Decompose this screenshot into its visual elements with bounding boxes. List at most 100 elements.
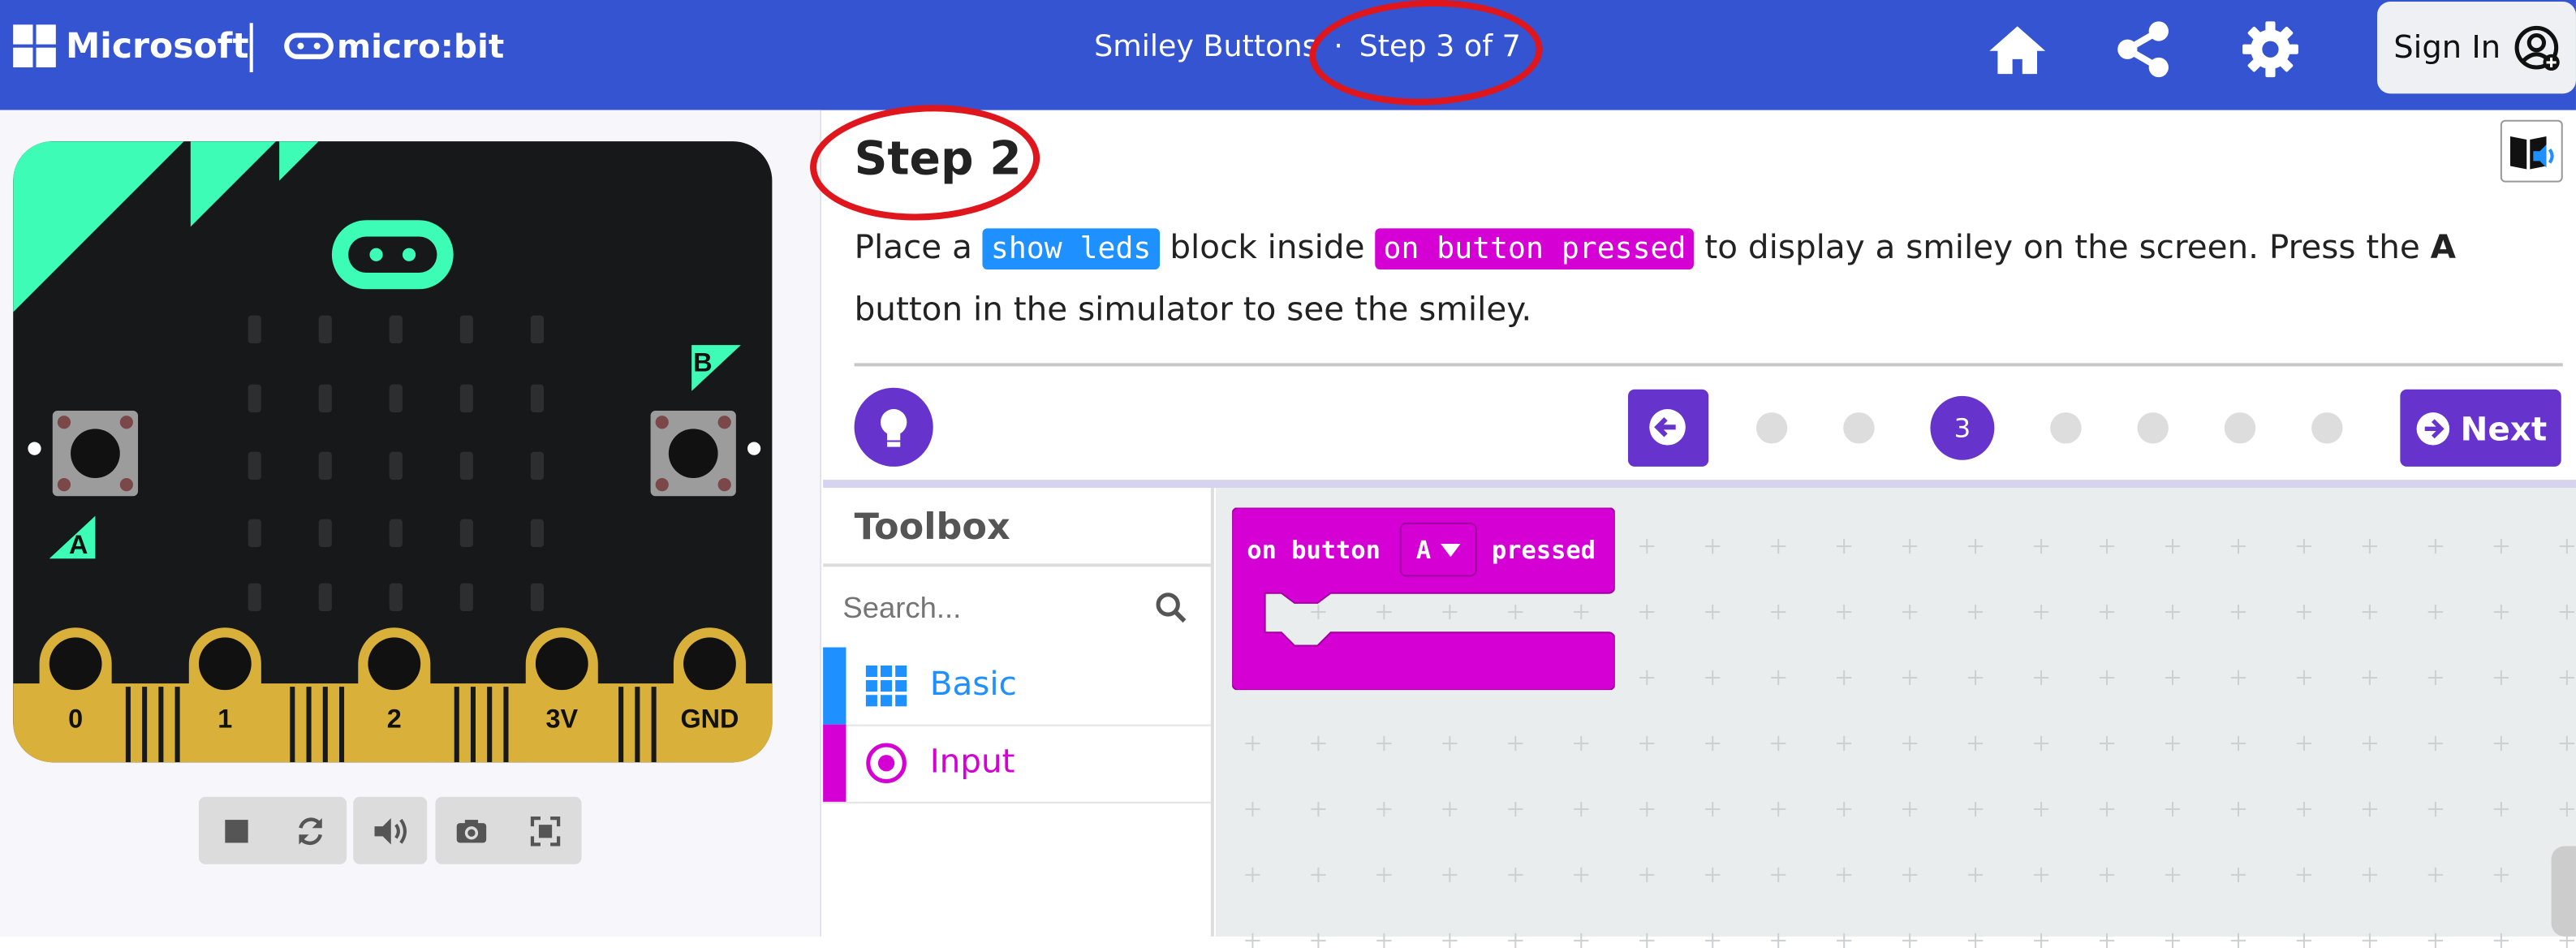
microsoft-logo[interactable]: Microsoft — [13, 24, 249, 67]
workspace-scrollbar[interactable] — [2551, 846, 2576, 937]
previous-step-button[interactable] — [1627, 389, 1709, 467]
hint-button[interactable] — [854, 387, 933, 467]
button-dropdown[interactable]: A — [1399, 522, 1477, 577]
product-label: micro:bit — [336, 26, 505, 66]
instr-text-4: button in the simulator to see the smile… — [854, 289, 1532, 329]
workspace-grid-mark — [1902, 670, 1918, 686]
screenshot-button[interactable] — [435, 797, 508, 864]
category-input[interactable]: Input — [823, 724, 1211, 804]
workspace-grid-mark — [1705, 670, 1721, 686]
workspace-grid-mark — [2033, 933, 2049, 948]
category-label: Basic — [929, 663, 1017, 704]
microbit-logo[interactable]: micro:bit — [284, 26, 504, 66]
search-icon[interactable] — [1155, 592, 1187, 624]
workspace-grid-mark — [1311, 933, 1326, 948]
category-basic[interactable]: Basic — [823, 647, 1211, 726]
fullscreen-button[interactable] — [508, 797, 581, 864]
workspace-grid-mark — [1967, 538, 1984, 554]
step-dot-6[interactable] — [2224, 412, 2256, 444]
toolbox-search-input[interactable] — [839, 580, 1175, 636]
pin-1[interactable] — [188, 627, 261, 763]
workspace-grid-mark — [1771, 604, 1786, 620]
workspace-grid-mark — [1837, 867, 1852, 882]
next-step-button[interactable]: Next — [2400, 389, 2561, 467]
restart-icon — [298, 817, 321, 845]
pin-label-2: 2 — [387, 705, 402, 734]
workspace-grid-mark — [2296, 801, 2312, 817]
pin-3v[interactable] — [525, 627, 598, 763]
on-button-pressed-block[interactable]: on button A pressed — [1232, 507, 1615, 691]
workspace-grid-mark — [2362, 604, 2378, 620]
share-icon[interactable] — [2111, 16, 2177, 82]
workspace-grid-mark — [1442, 933, 1458, 948]
workspace-grid-mark — [1902, 933, 1918, 948]
pin-0[interactable] — [39, 627, 112, 763]
next-label: Next — [2460, 408, 2548, 448]
instr-text-2: block inside — [1159, 226, 1376, 266]
microbit-simulator[interactable]: A B 0 1 2 3V GND — [13, 141, 773, 763]
workspace-grid-mark — [1311, 735, 1326, 752]
workspace-grid-mark — [2230, 867, 2246, 882]
workspace-grid-mark — [2493, 735, 2509, 752]
brand-label: Microsoft — [65, 26, 249, 66]
workspace-grid-mark — [1837, 735, 1852, 752]
button-a[interactable] — [52, 411, 139, 497]
workspace-grid-mark — [2099, 538, 2115, 554]
workspace-grid-mark — [1837, 604, 1852, 620]
workspace-grid-mark — [1311, 867, 1326, 882]
workspace-grid-mark — [2559, 670, 2574, 686]
workspace-grid-mark — [2493, 670, 2509, 686]
home-icon[interactable] — [1984, 16, 2050, 82]
workspace-grid-mark — [2493, 538, 2509, 554]
workspace-grid-mark — [2165, 735, 2181, 752]
stop-icon — [224, 819, 248, 842]
step-dot-5[interactable] — [2137, 412, 2169, 444]
workspace-grid-mark — [1705, 933, 1721, 948]
dropdown-arrow-icon — [1441, 542, 1461, 557]
step-dot-4[interactable] — [2050, 412, 2082, 444]
workspace-grid-mark — [1639, 670, 1655, 686]
sign-in-button[interactable]: Sign In — [2377, 2, 2576, 94]
workspace-grid-mark — [1771, 538, 1786, 554]
pin-2[interactable] — [358, 627, 431, 763]
workspace-grid-mark — [2165, 867, 2181, 882]
workspace-grid-mark — [1967, 933, 1984, 948]
workspace-grid-mark — [1574, 801, 1589, 817]
immersive-reader-button[interactable] — [2500, 119, 2563, 183]
mute-button[interactable] — [353, 797, 427, 864]
workspace-grid-mark — [1705, 735, 1721, 752]
annotation-circle-step-title — [807, 99, 1043, 226]
workspace-grid-mark — [1639, 735, 1655, 752]
workspace-grid-mark — [1376, 867, 1392, 882]
workspace-grid-mark — [2362, 801, 2378, 817]
step-dot-7[interactable] — [2311, 412, 2343, 444]
workspace-grid-mark — [2427, 604, 2443, 620]
workspace-grid-mark — [1771, 735, 1786, 752]
stop-button[interactable] — [199, 797, 273, 864]
pin-label-3v: 3V — [545, 705, 578, 734]
pin-label-gnd: GND — [680, 705, 739, 734]
restart-button[interactable] — [273, 797, 347, 864]
workspace-grid-mark — [1508, 933, 1523, 948]
step-dot-2[interactable] — [1843, 412, 1875, 444]
workspace-grid-mark — [1837, 670, 1852, 686]
workspace-grid-mark — [1902, 604, 1918, 620]
settings-icon[interactable] — [2238, 16, 2303, 82]
step-dot-1[interactable] — [1755, 412, 1788, 444]
workspace-grid-mark — [2165, 538, 2181, 554]
pin-gnd[interactable] — [673, 627, 746, 763]
workspace-grid-mark — [1639, 538, 1655, 554]
radio-button-icon — [866, 743, 907, 784]
workspace-grid-mark — [2033, 867, 2049, 882]
pin-label-0: 0 — [68, 705, 83, 734]
logo-divider — [249, 23, 253, 73]
sim-toolbar-group-1 — [198, 796, 347, 864]
workspace-grid-mark — [2559, 735, 2574, 752]
workspace-grid-mark — [1771, 670, 1786, 686]
workspace-grid-mark — [2493, 801, 2509, 817]
screenshot-icon — [457, 819, 487, 842]
button-b[interactable] — [650, 411, 736, 497]
button-a-label: A — [69, 530, 88, 559]
step-dot-current[interactable]: 3 — [1930, 395, 1995, 460]
workspace-grid-mark — [1311, 801, 1326, 817]
